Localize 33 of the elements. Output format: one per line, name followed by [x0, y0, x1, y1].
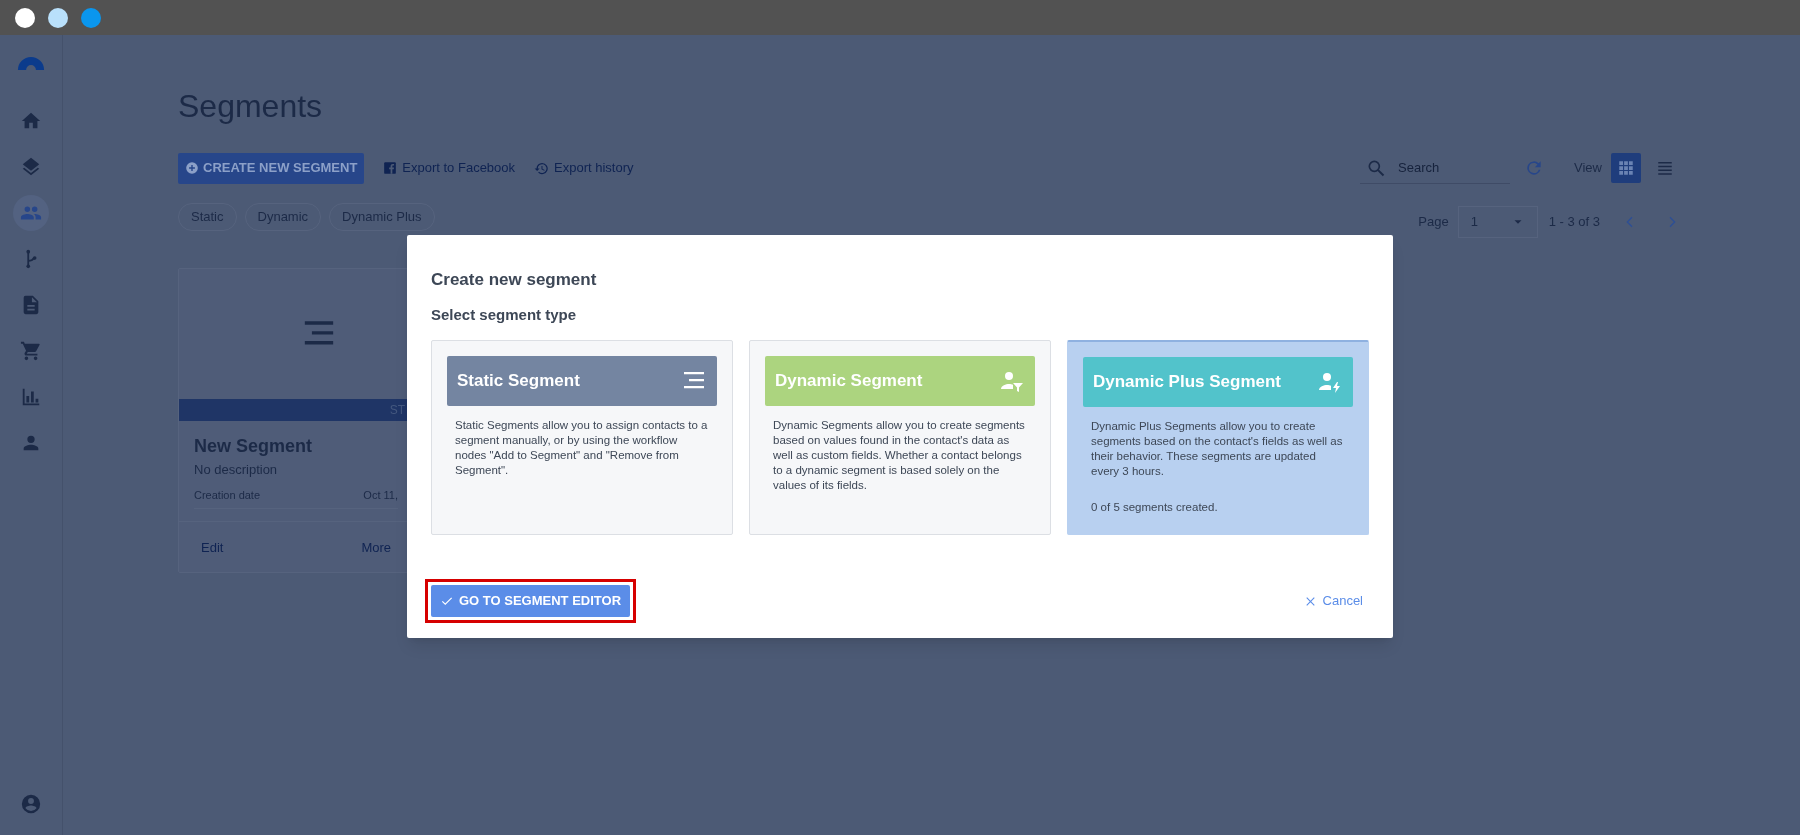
account-icon	[20, 793, 42, 815]
layers-icon	[20, 156, 42, 178]
segment-type-title: Static Segment	[457, 370, 580, 393]
segment-type-card[interactable]	[749, 340, 1051, 535]
history-icon	[534, 160, 550, 176]
segment-type-title: Dynamic Plus Segment	[1093, 371, 1281, 394]
card-action-link[interactable]: More	[361, 537, 391, 557]
plus-circle-icon	[185, 161, 199, 175]
toolbar-link[interactable]: Export to Facebook	[383, 158, 516, 178]
grid-icon	[1617, 159, 1635, 177]
go-to-editor-button[interactable]: GO TO SEGMENT EDITOR	[431, 585, 631, 617]
create-segment-button[interactable]: CREATE NEW SEGMENT	[178, 152, 365, 184]
segment-type-card[interactable]: Static Segment Static Segments allow you to assign contacts to a segment manually, or by using the workflow nodes "Add to Segment" and "Remove from Segment".	[431, 340, 733, 535]
person-filter-icon	[999, 369, 1025, 393]
facebook-icon	[383, 161, 398, 175]
segment-type-description: Static Segments allow you to assign contacts to a segment manually, or by using the workflow nodes "Add to Segment" and "Remove from Segment".	[454, 418, 709, 478]
segment-count-note: 0 of 5 segments created.	[1090, 500, 1219, 515]
bar-chart-icon	[20, 386, 42, 408]
segment-type-title: Dynamic Segment	[775, 370, 923, 393]
segment-type-card[interactable]: Dynamic Plus Segment Dynamic Plus Segments allow you to create segments based on the contact's fields as well as their behavior. These segments are updated every 3 hours. 0 of 5 segments created.	[1067, 340, 1369, 535]
view-toggle[interactable]	[1611, 153, 1641, 183]
dialog-subtitle: Select segment type	[431, 304, 578, 325]
list-icon	[1656, 159, 1674, 177]
sidebar-item[interactable]	[13, 195, 49, 231]
toolbar-link[interactable]: Export history	[534, 158, 634, 178]
card-action-link[interactable]: Edit	[201, 537, 224, 557]
dialog-title: Create new segment	[431, 269, 598, 291]
segment-type-description: Dynamic Segments allow you to create segments based on values found in the contact's data as well as custom fields. Whether a contact belongs to a dynamic segment is based solely on the values of its fields.	[772, 418, 1026, 493]
person-bolt-icon	[1317, 370, 1343, 394]
cart-icon	[20, 340, 42, 362]
search-field[interactable]: Search	[1398, 152, 1499, 183]
segment-type-description: Dynamic Plus Segments allow you to create segments based on the contact's fields as well as their behavior. These segments are updated every 3 hours.	[1090, 419, 1344, 479]
cancel-button[interactable]: Cancel	[1303, 591, 1363, 611]
